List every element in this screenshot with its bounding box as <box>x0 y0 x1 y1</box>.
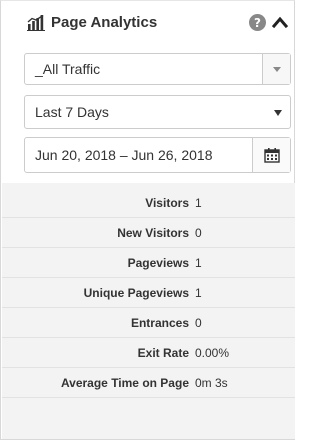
collapse-icon[interactable] <box>272 15 288 29</box>
chevron-down-icon <box>274 110 282 116</box>
stat-row-average-time-on-page: Average Time on Page 0m 3s <box>2 368 295 398</box>
calendar-icon <box>263 147 280 163</box>
stat-value: 1 <box>195 196 202 210</box>
date-range-value: Jun 20, 2018 – Jun 26, 2018 <box>35 147 213 163</box>
period-select[interactable]: Last 7 Days <box>24 95 291 129</box>
stat-value: 0 <box>195 226 202 240</box>
stat-label: New Visitors <box>117 226 189 240</box>
help-icon[interactable]: ? <box>249 14 266 31</box>
calendar-button[interactable] <box>252 138 290 172</box>
bar-chart-icon <box>27 15 45 31</box>
panel-header: Page Analytics ? <box>1 1 294 45</box>
page-analytics-panel: Page Analytics ? _All Traffic Last 7 Day… <box>0 0 295 440</box>
stat-value: 0.00% <box>195 346 230 360</box>
stat-value: 1 <box>195 286 202 300</box>
stat-label: Average Time on Page <box>60 376 189 390</box>
segment-select[interactable]: _All Traffic <box>24 53 291 85</box>
stat-label: Pageviews <box>127 256 189 270</box>
stats-table: Visitors 1 New Visitors 0 Pageviews 1 Un… <box>2 183 295 439</box>
stat-value: 0 <box>195 316 202 330</box>
stat-label: Entrances <box>130 316 189 330</box>
period-select-value: Last 7 Days <box>35 104 109 120</box>
page-title: Page Analytics <box>51 14 158 31</box>
stat-row-pageviews: Pageviews 1 <box>2 248 295 278</box>
chevron-down-icon <box>272 66 281 72</box>
date-range-field[interactable]: Jun 20, 2018 – Jun 26, 2018 <box>24 137 291 173</box>
stat-label: Visitors <box>145 196 189 210</box>
segment-select-value: _All Traffic <box>35 61 101 77</box>
stat-row-new-visitors: New Visitors 0 <box>2 218 295 248</box>
stat-row-unique-pageviews: Unique Pageviews 1 <box>2 278 295 308</box>
stat-row-exit-rate: Exit Rate 0.00% <box>2 338 295 368</box>
stat-value: 1 <box>195 256 202 270</box>
segment-dropdown-button[interactable] <box>262 54 290 84</box>
stat-label: Unique Pageviews <box>83 286 189 300</box>
stat-label: Exit Rate <box>137 346 189 360</box>
stat-row-entrances: Entrances 0 <box>2 308 295 338</box>
stat-value: 0m 3s <box>195 376 228 390</box>
stat-row-visitors: Visitors 1 <box>2 188 295 218</box>
